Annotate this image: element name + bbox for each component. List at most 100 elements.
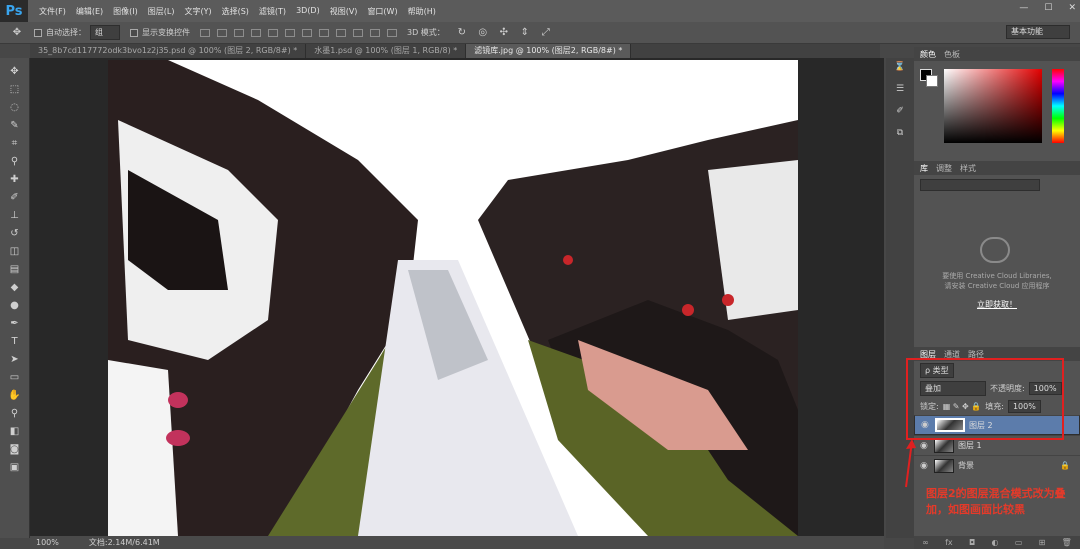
fg-bg-swatches[interactable] [920,69,938,87]
show-transform-option[interactable]: 显示变换控件 [130,27,190,38]
folder-icon[interactable]: ▭ [1015,538,1023,547]
align-right-icon[interactable] [285,28,295,37]
hand-tool-icon[interactable]: ✋ [8,388,22,402]
align-bottom-icon[interactable] [234,28,244,37]
eyedropper-tool-icon[interactable]: ⚲ [8,154,22,168]
color-picker-field[interactable] [944,69,1042,143]
crop-tool-icon[interactable]: ⌗ [8,136,22,150]
lock-icon: 🔒 [1060,461,1070,470]
color-swatch-icon[interactable]: ◧ [8,424,22,438]
quick-select-tool-icon[interactable]: ✎ [8,118,22,132]
zoom-level[interactable]: 100% [36,538,59,547]
eye-icon[interactable]: ◉ [920,461,930,471]
shape-tool-icon[interactable]: ▭ [8,370,22,384]
tools-panel: ✥ ⬚ ◌ ✎ ⌗ ⚲ ✚ ✐ ⊥ ↺ ◫ ▤ ◆ ● ✒ T ➤ ▭ ✋ ⚲ … [0,58,30,538]
layer-row-background[interactable]: ◉ 背景 🔒 [914,455,1080,475]
annotation-text: 图层2的图层混合模式改为叠加，如图画面比较黑 [926,487,1066,516]
canvas-area[interactable] [30,58,884,536]
menu-window[interactable]: 窗口(W) [362,6,402,17]
close-button[interactable]: ✕ [1068,3,1076,13]
screen-mode-icon[interactable]: ▣ [8,460,22,474]
3d-pan-icon[interactable]: ✣ [497,26,511,40]
tab-doc-2[interactable]: 水墨1.psd @ 100% (图层 1, RGB/8) * [306,44,467,58]
library-message-line1: 要使用 Creative Cloud Libraries, [942,272,1052,280]
distribute-vcenter-icon[interactable] [319,28,329,37]
auto-select-checkbox[interactable] [34,28,42,37]
eraser-tool-icon[interactable]: ◫ [8,244,22,258]
tab-libraries[interactable]: 库 [920,163,928,174]
3d-slide-icon[interactable]: ⇕ [518,26,532,40]
3d-roll-icon[interactable]: ◎ [476,26,490,40]
link-layers-icon[interactable]: ∞ [922,538,929,547]
tab-adjustments[interactable]: 调整 [936,163,952,174]
maximize-button[interactable]: ☐ [1044,3,1052,13]
distribute-left-icon[interactable] [353,28,363,37]
auto-select-dropdown[interactable]: 组 [90,25,120,40]
brush-preset-icon[interactable]: ✐ [892,104,908,118]
quick-mask-icon[interactable]: ◙ [8,442,22,456]
align-hcenter-icon[interactable] [268,28,278,37]
right-panels: 颜色 色板 库 调整 样式 要使用 Creative Cloud Librari… [914,47,1080,549]
hue-slider[interactable] [1052,69,1064,143]
auto-select-option[interactable]: 自动选择： 组 [34,25,120,40]
lasso-tool-icon[interactable]: ◌ [8,100,22,114]
dodge-tool-icon[interactable]: ● [8,298,22,312]
window-controls: — ☐ ✕ [1019,3,1076,13]
stamp-tool-icon[interactable]: ⊥ [8,208,22,222]
adjustment-icon[interactable]: ◐ [992,538,999,547]
canvas-image[interactable] [108,60,798,536]
align-top-icon[interactable] [200,28,210,37]
menu-view[interactable]: 视图(V) [325,6,363,17]
type-tool-icon[interactable]: T [8,334,22,348]
menu-layer[interactable]: 图层(L) [143,6,180,17]
menu-image[interactable]: 图像(I) [108,6,143,17]
clone-source-icon[interactable]: ⧉ [892,126,908,140]
zoom-tool-icon[interactable]: ⚲ [8,406,22,420]
fx-icon[interactable]: fx [945,538,953,547]
get-now-link[interactable]: 立即获取！ [914,299,1080,310]
menu-3d[interactable]: 3D(D) [291,6,325,17]
brush-tool-icon[interactable]: ✐ [8,190,22,204]
menu-filter[interactable]: 滤镜(T) [254,6,291,17]
tab-doc-1[interactable]: 35_8b7cd117772odk3bvo1z2j35.psd @ 100% (… [30,44,307,58]
menu-type[interactable]: 文字(Y) [179,6,216,17]
distribute-right-icon[interactable] [387,28,397,37]
move-tool-icon[interactable]: ✥ [8,64,22,78]
tab-doc-3[interactable]: 滤镜库.jpg @ 100% (图层2, RGB/8#) * [466,44,632,58]
blur-tool-icon[interactable]: ◆ [8,280,22,294]
eye-icon[interactable]: ◉ [920,441,930,451]
menu-edit[interactable]: 编辑(E) [71,6,108,17]
tab-color[interactable]: 颜色 [920,49,936,60]
photoshop-window: Ps 文件(F) 编辑(E) 图像(I) 图层(L) 文字(Y) 选择(S) 滤… [0,0,1080,549]
path-select-icon[interactable]: ➤ [8,352,22,366]
distribute-top-icon[interactable] [302,28,312,37]
new-layer-icon[interactable]: ⊞ [1039,538,1046,547]
3d-rotate-icon[interactable]: ↻ [455,26,469,40]
tab-styles[interactable]: 样式 [960,163,976,174]
minimize-button[interactable]: — [1019,3,1028,13]
mask-icon[interactable]: ◘ [969,538,975,547]
gradient-tool-icon[interactable]: ▤ [8,262,22,276]
move-tool-icon[interactable]: ✥ [10,26,24,40]
menu-help[interactable]: 帮助(H) [403,6,441,17]
menu-items: 文件(F) 编辑(E) 图像(I) 图层(L) 文字(Y) 选择(S) 滤镜(T… [34,6,441,17]
history-brush-icon[interactable]: ↺ [8,226,22,240]
3d-scale-icon[interactable]: ⤢ [539,26,553,40]
history-icon[interactable]: ⌛ [892,60,908,74]
menu-select[interactable]: 选择(S) [217,6,254,17]
healing-tool-icon[interactable]: ✚ [8,172,22,186]
properties-icon[interactable]: ☰ [892,82,908,96]
marquee-tool-icon[interactable]: ⬚ [8,82,22,96]
background-color[interactable] [926,75,938,87]
show-transform-checkbox[interactable] [130,28,138,37]
align-left-icon[interactable] [251,28,261,37]
pen-tool-icon[interactable]: ✒ [8,316,22,330]
trash-icon[interactable]: 🗑 [1062,538,1072,547]
workspace-dropdown[interactable]: 基本功能 [1006,25,1070,39]
library-dropdown[interactable] [920,179,1040,191]
distribute-bottom-icon[interactable] [336,28,346,37]
align-vcenter-icon[interactable] [217,28,227,37]
menu-file[interactable]: 文件(F) [34,6,71,17]
tab-swatches[interactable]: 色板 [944,49,960,60]
distribute-hcenter-icon[interactable] [370,28,380,37]
